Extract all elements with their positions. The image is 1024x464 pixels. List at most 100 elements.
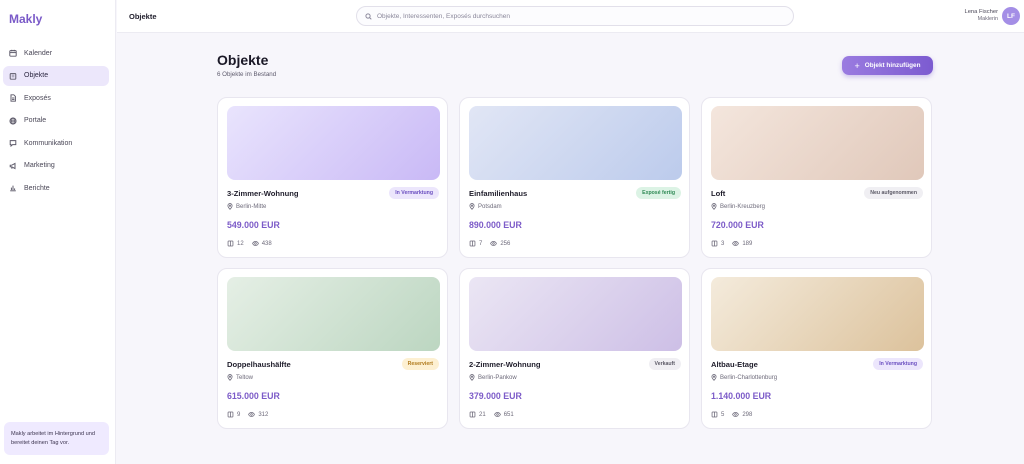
views-count: 438 — [261, 240, 272, 247]
listing-price: 549.000 EUR — [227, 220, 280, 230]
listing-title: Einfamilienhaus — [469, 189, 528, 198]
sidebar: Makly Kalender Objekte Exposés Portale K… — [0, 0, 116, 464]
search-input[interactable] — [377, 12, 777, 20]
listing-stats: 7 256 — [469, 240, 518, 247]
map-pin-icon — [711, 203, 717, 210]
sidebar-item-berichte[interactable]: Berichte — [3, 178, 109, 198]
listing-location: Berlin-Mitte — [227, 203, 266, 210]
documents-count: 9 — [237, 411, 241, 418]
chart-icon — [10, 185, 16, 192]
status-badge: Verkauft — [648, 358, 681, 370]
eye-icon — [732, 412, 740, 417]
listing-card[interactable]: Doppelhaushälfte Reserviert Teltow 615.0… — [217, 268, 448, 429]
listing-card[interactable]: Loft Neu aufgenommen Berlin-Kreuzberg 72… — [701, 97, 932, 258]
documents-count: 12 — [237, 240, 244, 247]
views-count: 651 — [503, 411, 514, 418]
listing-location-text: Berlin-Charlottenburg — [720, 374, 778, 381]
views-stat: 312 — [248, 411, 268, 418]
listing-location-text: Berlin-Mitte — [236, 203, 267, 210]
documents-icon — [227, 240, 234, 247]
views-count: 256 — [500, 240, 511, 247]
documents-icon — [227, 411, 234, 418]
documents-stat: 9 — [227, 411, 240, 418]
eye-icon — [490, 241, 498, 246]
sidebar-item-portale[interactable]: Portale — [3, 111, 109, 131]
search-icon — [365, 12, 372, 20]
topbar: Objekte Lena Fischer Maklerin LF — [117, 0, 1024, 33]
listing-image — [711, 106, 924, 180]
map-pin-icon — [227, 374, 233, 381]
listing-card[interactable]: 3-Zimmer-Wohnung In Vermarktung Berlin-M… — [217, 97, 448, 258]
sidebar-item-label: Marketing — [24, 162, 55, 169]
user-name: Lena Fischer — [964, 9, 998, 15]
views-count: 298 — [742, 411, 753, 418]
listing-image — [469, 106, 682, 180]
listing-title: Doppelhaushälfte — [227, 360, 291, 369]
listing-price: 615.000 EUR — [227, 391, 280, 401]
user-menu[interactable]: Lena Fischer Maklerin LF — [964, 7, 1020, 25]
megaphone-icon — [9, 162, 16, 169]
listing-card[interactable]: 2-Zimmer-Wohnung Verkauft Berlin-Pankow … — [459, 268, 690, 429]
status-badge: In Vermarktung — [873, 358, 923, 370]
status-badge: In Vermarktung — [389, 187, 439, 199]
listing-location: Berlin-Pankow — [469, 374, 517, 381]
globe-icon — [9, 116, 17, 125]
listing-location: Potsdam — [469, 203, 502, 210]
sidebar-item-label: Exposés — [24, 94, 51, 102]
listing-title: Loft — [711, 189, 726, 198]
search-bar[interactable] — [356, 6, 794, 26]
listing-location: Teltow — [227, 374, 253, 381]
topbar-title: Objekte — [129, 12, 157, 21]
sidebar-item-exposes[interactable]: Exposés — [3, 88, 109, 108]
app-logo[interactable]: Makly — [9, 12, 42, 26]
avatar[interactable]: LF — [1002, 7, 1020, 25]
views-stat: 438 — [251, 240, 272, 247]
listing-location-text: Berlin-Kreuzberg — [720, 203, 766, 210]
listing-location-text: Teltow — [236, 374, 254, 381]
page-title: Objekte — [217, 52, 269, 68]
documents-count: 5 — [721, 411, 725, 418]
views-stat: 256 — [490, 240, 510, 247]
listing-location: Berlin-Kreuzberg — [711, 203, 765, 210]
listing-title: 2-Zimmer-Wohnung — [469, 360, 541, 369]
user-role: Maklerin — [977, 16, 998, 22]
listing-card[interactable]: Altbau-Etage In Vermarktung Berlin-Charl… — [701, 268, 932, 429]
listing-location-text: Potsdam — [478, 203, 502, 210]
listing-title: 3-Zimmer-Wohnung — [227, 189, 299, 198]
documents-count: 7 — [479, 240, 483, 247]
documents-stat: 7 — [469, 240, 482, 247]
listing-image — [469, 277, 682, 351]
listing-stats: 9 312 — [227, 411, 276, 418]
listing-image — [711, 277, 924, 351]
documents-icon — [711, 411, 718, 418]
add-object-label: Objekt hinzufügen — [864, 62, 921, 69]
background-status-note: Makly arbeitet im Hintergrund und bereit… — [4, 422, 109, 455]
add-object-button[interactable]: + Objekt hinzufügen — [842, 56, 933, 75]
documents-icon — [469, 240, 476, 247]
documents-icon — [711, 240, 718, 247]
chat-icon — [9, 140, 17, 147]
listing-price: 379.000 EUR — [469, 391, 522, 401]
documents-stat: 3 — [711, 240, 724, 247]
listing-title: Altbau-Etage — [711, 360, 758, 369]
calendar-icon — [9, 49, 17, 57]
documents-count: 21 — [479, 411, 486, 418]
eye-icon — [732, 241, 740, 246]
documents-stat: 21 — [469, 411, 486, 418]
documents-icon — [469, 411, 476, 418]
building-icon — [9, 72, 17, 80]
listing-stats: 3 189 — [711, 240, 760, 247]
listing-location: Berlin-Charlottenburg — [711, 374, 777, 381]
page-subtitle: 6 Objekte im Bestand — [217, 71, 277, 78]
sidebar-item-marketing[interactable]: Marketing — [3, 156, 109, 176]
map-pin-icon — [227, 203, 233, 210]
listing-stats: 5 298 — [711, 411, 760, 418]
sidebar-item-label: Berichte — [24, 184, 50, 192]
sidebar-item-objekte[interactable]: Objekte — [3, 65, 109, 86]
status-badge: Reserviert — [401, 358, 439, 370]
sidebar-item-kalender[interactable]: Kalender — [3, 43, 109, 63]
sidebar-item-kommunikation[interactable]: Kommunikation — [3, 133, 109, 153]
listing-card[interactable]: Einfamilienhaus Exposé fertig Potsdam 89… — [459, 97, 690, 258]
map-pin-icon — [469, 374, 475, 381]
documents-stat: 12 — [227, 240, 244, 247]
